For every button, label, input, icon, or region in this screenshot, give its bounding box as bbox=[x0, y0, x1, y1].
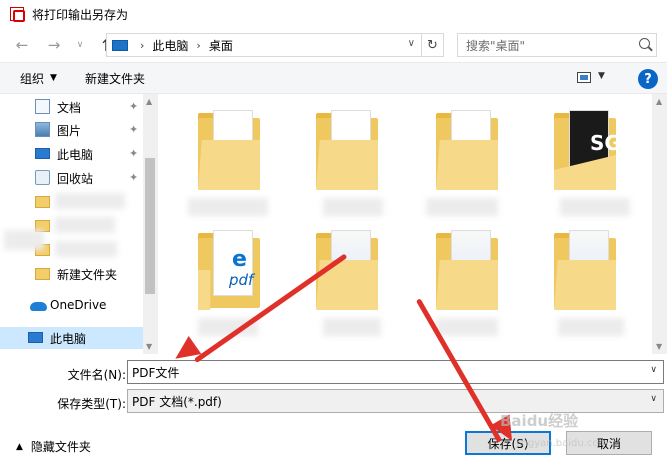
new-folder-button[interactable]: 新建文件夹 bbox=[85, 70, 145, 87]
pin-icon: ✦ bbox=[129, 123, 139, 136]
filetype-value: PDF 文档(*.pdf) bbox=[132, 394, 222, 409]
chevron-right-icon[interactable]: › bbox=[196, 39, 200, 52]
sidebar-item-documents[interactable]: 文档 ✦ bbox=[0, 96, 143, 118]
blurred-label bbox=[560, 198, 630, 216]
sidebar-item-label: 此电脑 bbox=[50, 332, 87, 346]
sidebar-item-label: 回收站 bbox=[57, 172, 94, 186]
sidebar-scrollbar[interactable]: ▲ ▼ bbox=[143, 94, 158, 354]
computer-icon bbox=[28, 332, 43, 343]
sidebar-item-new-folder[interactable]: 新建文件夹 bbox=[0, 263, 143, 285]
folder-item[interactable] bbox=[316, 110, 378, 190]
sidebar-item-label: OneDrive bbox=[50, 298, 107, 312]
folder-icon bbox=[35, 268, 50, 280]
chevron-down-icon[interactable]: ∨ bbox=[408, 38, 415, 49]
scroll-down-icon[interactable]: ▼ bbox=[656, 342, 662, 351]
refresh-icon[interactable]: ↻ bbox=[421, 34, 443, 56]
caret-up-icon: ▲ bbox=[16, 441, 23, 452]
search-input[interactable]: 搜索"桌面" bbox=[457, 33, 657, 57]
blurred-label bbox=[436, 318, 498, 336]
help-icon[interactable]: ? bbox=[638, 69, 658, 89]
organize-label: 组织 bbox=[20, 71, 45, 86]
scroll-up-icon[interactable]: ▲ bbox=[146, 97, 152, 106]
sidebar-item-label: 新建文件夹 bbox=[57, 268, 118, 282]
command-toolbar: 组织 ▼ 新建文件夹 ▼ ? bbox=[0, 62, 667, 94]
acrobat-app-icon bbox=[10, 7, 25, 22]
chevron-down-icon[interactable]: ∨ bbox=[650, 365, 657, 375]
filename-input[interactable]: PDF文件 ∨ bbox=[127, 360, 664, 384]
chevron-right-icon[interactable]: › bbox=[140, 39, 144, 52]
recent-locations-chevron-icon[interactable]: ∨ bbox=[68, 33, 92, 57]
blurred-label bbox=[55, 193, 125, 209]
filetype-label: 保存类型(T): bbox=[57, 397, 126, 411]
blurred-label bbox=[55, 241, 117, 257]
chevron-down-icon[interactable]: ∨ bbox=[650, 394, 657, 404]
sidebar-item-blurred[interactable] bbox=[0, 191, 143, 213]
breadcrumb-desktop[interactable]: 桌面 bbox=[209, 37, 233, 54]
computer-icon bbox=[35, 148, 50, 159]
sidebar-item-recycle-bin[interactable]: 回收站 ✦ bbox=[0, 167, 143, 189]
pin-icon: ✦ bbox=[129, 100, 139, 113]
folder-item[interactable] bbox=[198, 110, 260, 190]
blurred-label bbox=[55, 217, 115, 233]
document-icon bbox=[35, 99, 50, 114]
organize-button[interactable]: 组织 ▼ bbox=[20, 70, 57, 87]
scrollbar-thumb[interactable] bbox=[145, 158, 155, 294]
navigation-pane: 文档 ✦ 图片 ✦ 此电脑 ✦ 回收站 ✦ 新建文件夹 OneDrive 此电脑 bbox=[0, 94, 158, 354]
sidebar-item-label: 此电脑 bbox=[57, 148, 94, 162]
folder-item[interactable] bbox=[436, 110, 498, 190]
onedrive-cloud-icon bbox=[30, 302, 47, 311]
folder-item[interactable] bbox=[554, 230, 616, 310]
recycle-bin-icon bbox=[35, 170, 50, 185]
search-icon[interactable] bbox=[639, 38, 650, 49]
title-bar: 将打印输出另存为 bbox=[0, 0, 667, 28]
sidebar-item-pictures[interactable]: 图片 ✦ bbox=[0, 119, 143, 141]
navigation-bar: ← → ∨ ↑ › 此电脑 › 桌面 ∨ ↻ 搜索"桌面" bbox=[0, 28, 667, 62]
breadcrumb-this-pc[interactable]: 此电脑 bbox=[152, 37, 188, 54]
blurred-label bbox=[188, 198, 268, 216]
caret-down-icon: ▼ bbox=[50, 73, 57, 83]
folder-item[interactable] bbox=[436, 230, 498, 310]
scroll-up-icon[interactable]: ▲ bbox=[656, 97, 662, 106]
sidebar-item-this-pc[interactable]: 此电脑 bbox=[0, 327, 143, 349]
sidebar-item-onedrive[interactable]: OneDrive bbox=[0, 295, 143, 317]
sidebar-item-this-pc-quick[interactable]: 此电脑 ✦ bbox=[0, 143, 143, 165]
pin-icon: ✦ bbox=[129, 147, 139, 160]
blurred-label bbox=[323, 198, 383, 216]
filename-label: 文件名(N): bbox=[67, 368, 126, 382]
window-title: 将打印输出另存为 bbox=[32, 7, 129, 22]
forward-arrow-icon[interactable]: → bbox=[42, 33, 66, 57]
folder-item[interactable]: e pdf bbox=[198, 230, 260, 310]
blurred-label bbox=[323, 318, 381, 336]
baidu-watermark-url: jingyan.baidu.com bbox=[516, 438, 609, 449]
blurred-region bbox=[4, 230, 44, 250]
file-list-scrollbar[interactable]: ▲ ▼ bbox=[652, 94, 667, 354]
filename-value: PDF文件 bbox=[132, 365, 180, 380]
baidu-watermark: Baidu经验 bbox=[500, 412, 579, 430]
scroll-down-icon[interactable]: ▼ bbox=[146, 342, 152, 351]
pin-icon: ✦ bbox=[129, 171, 139, 184]
sidebar-item-label: 文档 bbox=[57, 101, 82, 115]
hide-folders-toggle[interactable]: ▲ 隐藏文件夹 bbox=[16, 438, 91, 455]
folder-icon bbox=[35, 196, 50, 208]
sidebar-item-label: 图片 bbox=[57, 124, 82, 138]
folder-item[interactable]: SG bbox=[554, 110, 621, 190]
file-list[interactable]: SG e pdf ▲ ▼ bbox=[158, 94, 667, 354]
blurred-label bbox=[426, 198, 498, 216]
view-options-icon[interactable] bbox=[577, 72, 591, 83]
picture-icon bbox=[35, 122, 50, 137]
hide-folders-label: 隐藏文件夹 bbox=[30, 440, 91, 454]
filetype-select[interactable]: PDF 文档(*.pdf) ∨ bbox=[127, 389, 664, 413]
caret-down-icon[interactable]: ▼ bbox=[598, 71, 605, 81]
address-bar[interactable]: › 此电脑 › 桌面 ∨ ↻ bbox=[106, 33, 444, 57]
search-placeholder: 搜索"桌面" bbox=[466, 38, 526, 53]
back-arrow-icon[interactable]: ← bbox=[10, 33, 34, 57]
computer-icon bbox=[112, 39, 128, 51]
blurred-label bbox=[558, 318, 624, 336]
